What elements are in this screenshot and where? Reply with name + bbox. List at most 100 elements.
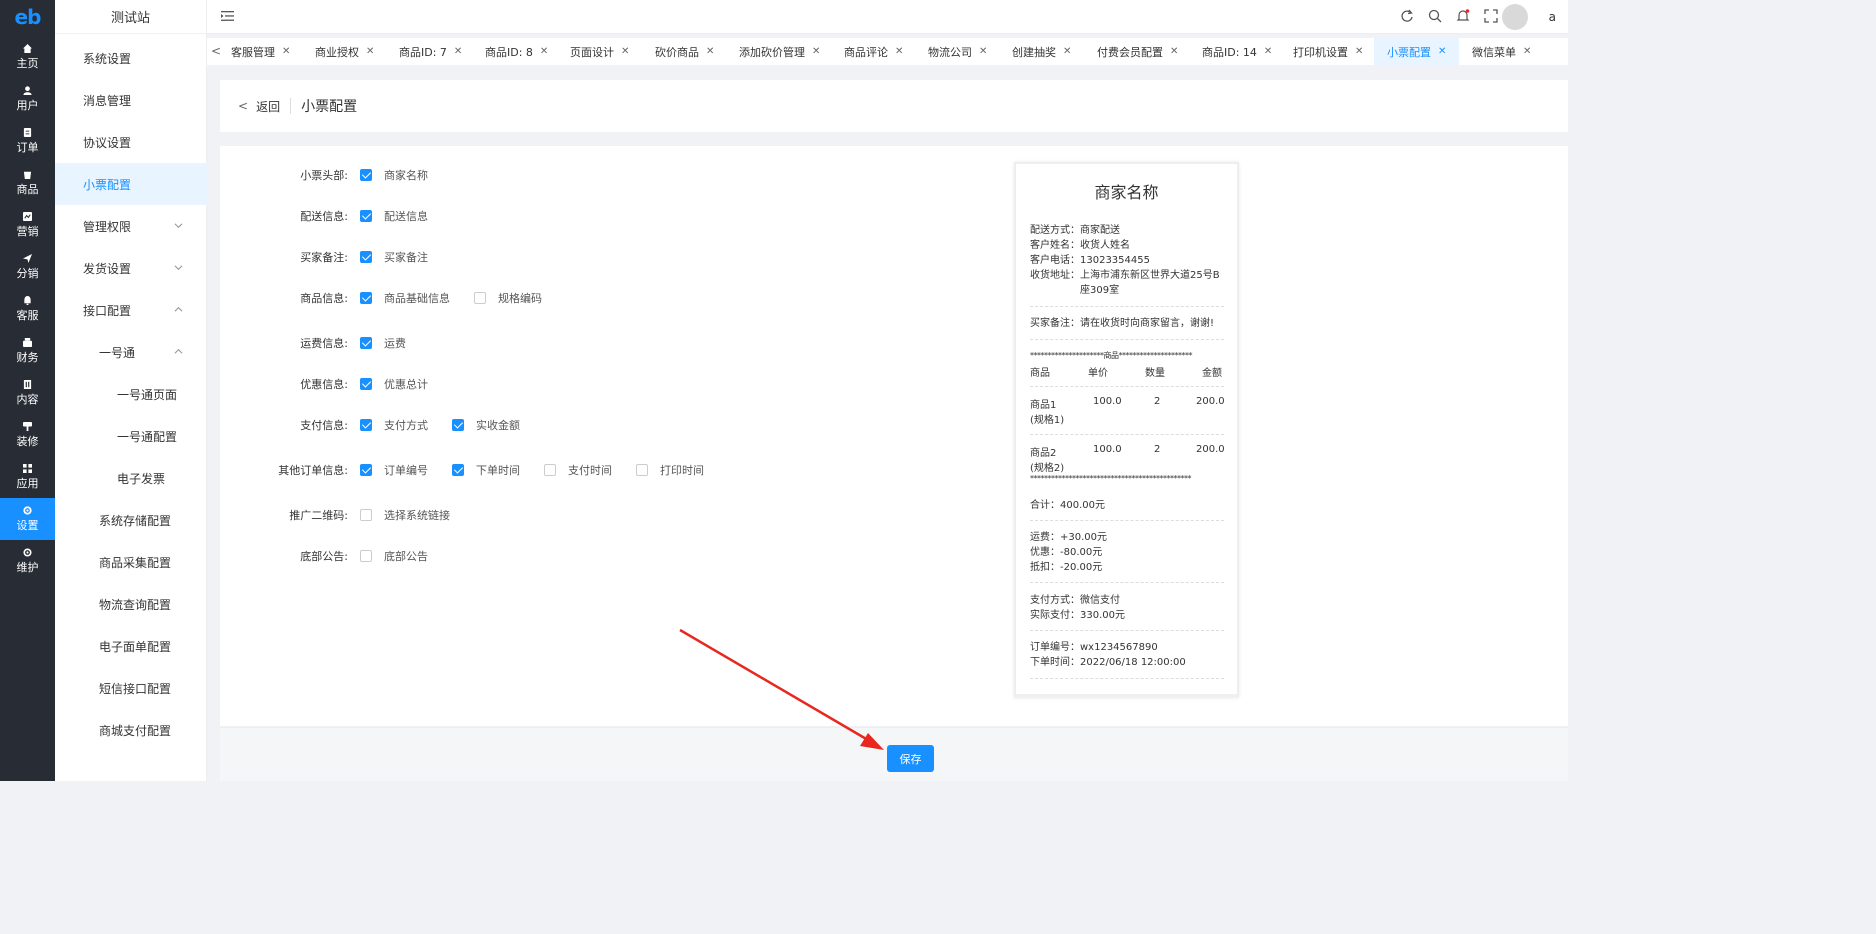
tab-product-8[interactable]: 商品ID: 8 ✕ (485, 38, 548, 65)
menu-fold-icon[interactable] (221, 10, 234, 22)
checkbox[interactable] (474, 292, 486, 304)
option-buyer-note[interactable]: 买家备注 (360, 249, 428, 265)
close-icon[interactable]: ✕ (1438, 46, 1446, 57)
close-icon[interactable]: ✕ (895, 46, 903, 57)
submenu-item-product-collect[interactable]: 商品采集配置 (55, 541, 207, 583)
submenu-item-e-invoice[interactable]: 电子发票 (55, 457, 207, 499)
refresh-icon[interactable] (1400, 9, 1414, 23)
option-spec-code[interactable]: 规格编码 (474, 290, 542, 306)
checkbox[interactable] (360, 169, 372, 181)
submenu-item-yihaotong-config[interactable]: 一号通配置 (55, 415, 207, 457)
rail-item-service[interactable]: 客服 (0, 288, 55, 330)
tab-page-design[interactable]: 页面设计 ✕ (570, 38, 629, 65)
option-merchant-name[interactable]: 商家名称 (360, 167, 428, 183)
option-pay-time[interactable]: 支付时间 (544, 462, 612, 478)
submenu-item-yihaotong-page[interactable]: 一号通页面 (55, 373, 207, 415)
close-icon[interactable]: ✕ (540, 46, 548, 57)
tab-printer[interactable]: 打印机设置 ✕ (1293, 38, 1363, 65)
rail-item-home[interactable]: 主页 (0, 36, 55, 78)
option-paid-amount[interactable]: 实收金额 (452, 417, 520, 433)
tab-bargain-product[interactable]: 砍价商品 ✕ (655, 38, 714, 65)
tabs-prev-icon[interactable]: < (211, 44, 221, 58)
checkbox[interactable] (360, 210, 372, 222)
submenu-item-payment[interactable]: 商城支付配置 (55, 709, 207, 751)
option-delivery-info[interactable]: 配送信息 (360, 208, 428, 224)
close-icon[interactable]: ✕ (1264, 46, 1272, 57)
submenu-item-storage[interactable]: 系统存储配置 (55, 499, 207, 541)
save-button[interactable]: 保存 (887, 745, 934, 772)
app-logo[interactable]: eb (0, 0, 55, 34)
rail-item-maintenance[interactable]: 维护 (0, 540, 55, 582)
option-discount-total[interactable]: 优惠总计 (360, 376, 428, 392)
submenu-item-sms[interactable]: 短信接口配置 (55, 667, 207, 709)
close-icon[interactable]: ✕ (621, 46, 629, 57)
submenu-item-api-config[interactable]: 接口配置 (55, 289, 207, 331)
submenu-item-e-waybill[interactable]: 电子面单配置 (55, 625, 207, 667)
option-system-link[interactable]: 选择系统链接 (360, 507, 450, 523)
rail-item-product[interactable]: 商品 (0, 162, 55, 204)
close-icon[interactable]: ✕ (282, 46, 290, 57)
tab-license[interactable]: 商业授权 ✕ (315, 38, 374, 65)
tab-receipt-config[interactable]: 小票配置 ✕ (1374, 38, 1460, 65)
option-order-time[interactable]: 下单时间 (452, 462, 520, 478)
close-icon[interactable]: ✕ (706, 46, 714, 57)
tab-lottery[interactable]: 创建抽奖 ✕ (1012, 38, 1071, 65)
close-icon[interactable]: ✕ (1063, 46, 1071, 57)
close-icon[interactable]: ✕ (1170, 46, 1178, 57)
checkbox[interactable] (360, 550, 372, 562)
rail-item-marketing[interactable]: 营销 (0, 204, 55, 246)
submenu-item-system-settings[interactable]: 系统设置 (55, 37, 207, 79)
tab-add-bargain[interactable]: 添加砍价管理 ✕ (739, 38, 820, 65)
checkbox[interactable] (360, 337, 372, 349)
tab-logistics[interactable]: 物流公司 ✕ (928, 38, 987, 65)
rail-item-settings[interactable]: 设置 (0, 498, 55, 540)
close-icon[interactable]: ✕ (454, 46, 462, 57)
tab-service[interactable]: 客服管理 ✕ (231, 38, 290, 65)
rail-item-apps[interactable]: 应用 (0, 456, 55, 498)
rail-item-order[interactable]: 订单 (0, 120, 55, 162)
checkbox[interactable] (360, 464, 372, 476)
submenu-item-message[interactable]: 消息管理 (55, 79, 207, 121)
tab-product-14[interactable]: 商品ID: 14 ✕ (1202, 38, 1272, 65)
fullscreen-icon[interactable] (1484, 9, 1498, 23)
option-pay-method[interactable]: 支付方式 (360, 417, 428, 433)
close-icon[interactable]: ✕ (1523, 46, 1531, 57)
tab-paid-member[interactable]: 付费会员配置 ✕ (1097, 38, 1178, 65)
checkbox[interactable] (636, 464, 648, 476)
close-icon[interactable]: ✕ (366, 46, 374, 57)
rail-item-decorate[interactable]: 装修 (0, 414, 55, 456)
option-order-no[interactable]: 订单编号 (360, 462, 428, 478)
checkbox[interactable] (544, 464, 556, 476)
close-icon[interactable]: ✕ (979, 46, 987, 57)
rail-item-content[interactable]: 内容 (0, 372, 55, 414)
user-name[interactable]: a (1549, 10, 1556, 24)
checkbox[interactable] (360, 419, 372, 431)
submenu-item-logistics-query[interactable]: 物流查询配置 (55, 583, 207, 625)
submenu-item-agreement[interactable]: 协议设置 (55, 121, 207, 163)
search-icon[interactable] (1428, 9, 1442, 23)
option-freight[interactable]: 运费 (360, 335, 406, 351)
close-icon[interactable]: ✕ (1355, 46, 1363, 57)
checkbox[interactable] (360, 378, 372, 390)
tab-wechat-menu[interactable]: 微信菜单 ✕ (1472, 38, 1531, 65)
rail-item-distribution[interactable]: 分销 (0, 246, 55, 288)
bell-icon[interactable] (1456, 9, 1470, 23)
submenu-item-permissions[interactable]: 管理权限 (55, 205, 207, 247)
tab-product-review[interactable]: 商品评论 ✕ (844, 38, 903, 65)
checkbox[interactable] (452, 464, 464, 476)
back-button[interactable]: 返回 (256, 98, 280, 115)
option-goods-basic[interactable]: 商品基础信息 (360, 290, 450, 306)
checkbox[interactable] (360, 292, 372, 304)
rail-item-user[interactable]: 用户 (0, 78, 55, 120)
close-icon[interactable]: ✕ (812, 46, 820, 57)
rail-item-finance[interactable]: 财务 (0, 330, 55, 372)
tab-product-7[interactable]: 商品ID: 7 ✕ (399, 38, 462, 65)
checkbox[interactable] (360, 509, 372, 521)
avatar[interactable] (1502, 4, 1528, 30)
option-print-time[interactable]: 打印时间 (636, 462, 704, 478)
submenu-item-shipping[interactable]: 发货设置 (55, 247, 207, 289)
submenu-item-yihaotong[interactable]: 一号通 (55, 331, 207, 373)
checkbox[interactable] (452, 419, 464, 431)
submenu-item-receipt-config[interactable]: 小票配置 (55, 163, 207, 205)
checkbox[interactable] (360, 251, 372, 263)
